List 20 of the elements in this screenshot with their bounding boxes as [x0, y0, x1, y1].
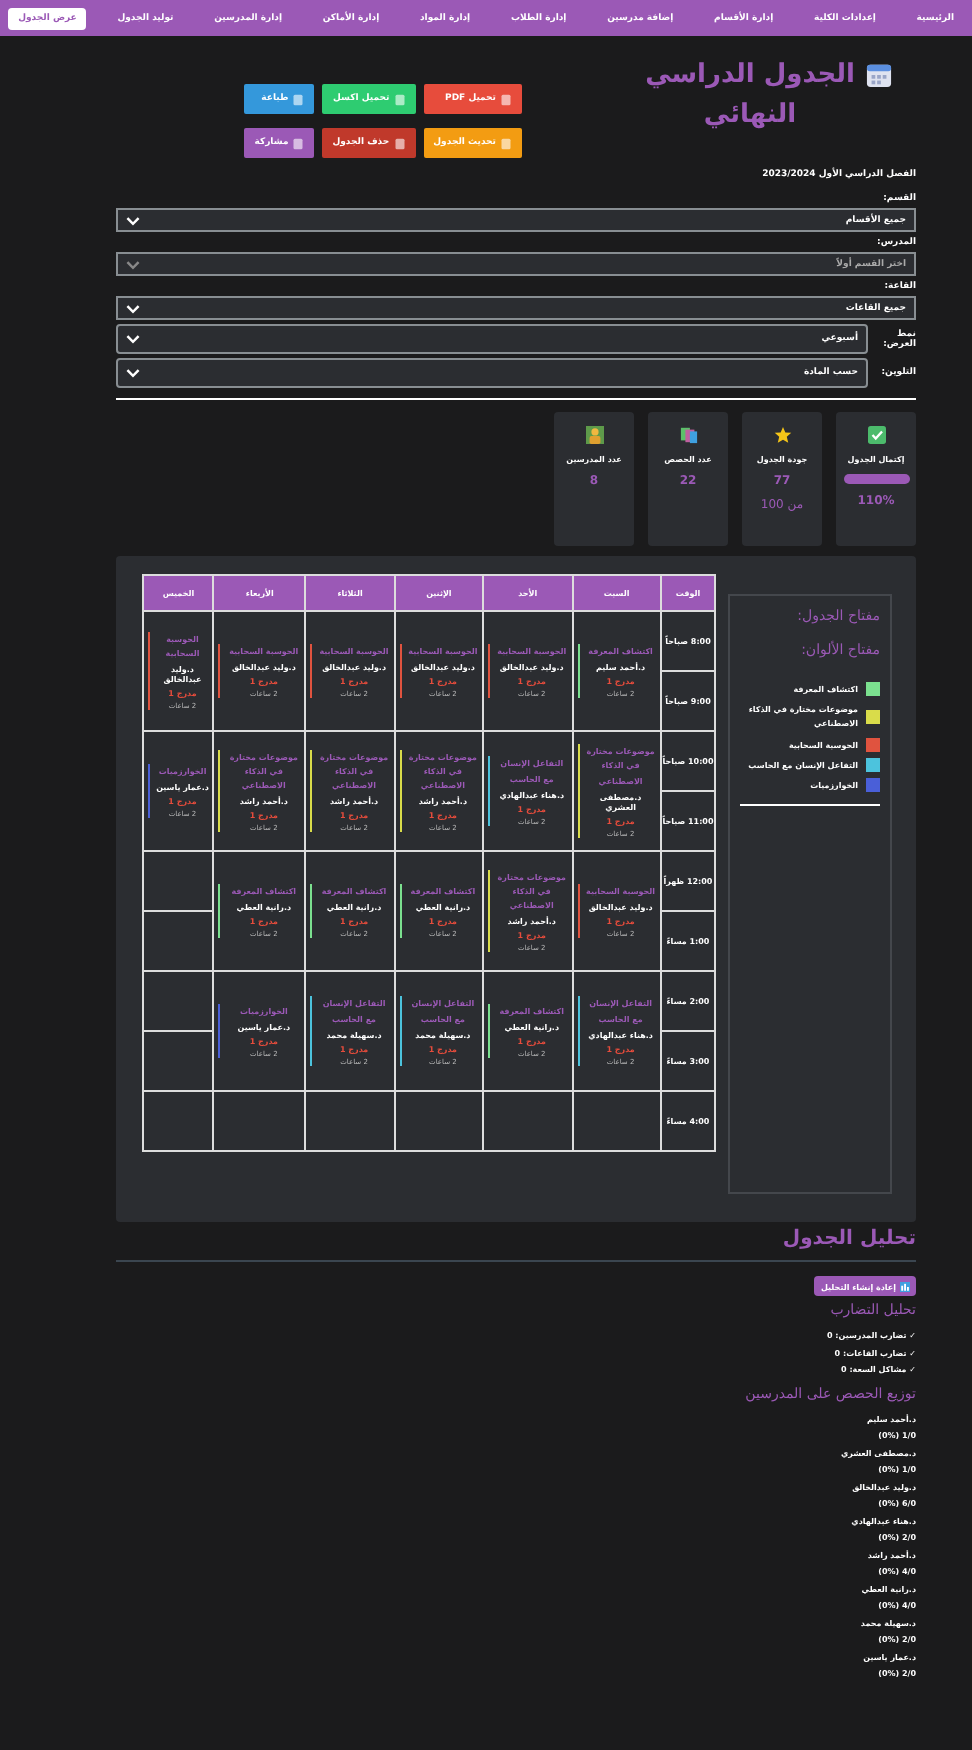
star-icon [773, 426, 791, 444]
chevron-icon [126, 334, 140, 344]
check-icon [867, 426, 885, 444]
document-icon [393, 93, 406, 105]
document-icon [292, 93, 305, 105]
bar-chart-icon [900, 1281, 910, 1291]
chevron-icon [126, 368, 140, 378]
document-icon [500, 93, 512, 105]
page-title: الجدول الدراسي النهائي [643, 58, 857, 135]
section-title: تحليل الجدول [782, 1228, 916, 1250]
calendar-icon [866, 62, 892, 88]
chevron-icon [126, 303, 140, 313]
progress-bar [843, 474, 909, 484]
chevron-icon [126, 259, 140, 269]
chevron-icon [126, 215, 140, 225]
books-icon [679, 426, 697, 444]
document-icon [393, 137, 406, 149]
document-icon [500, 137, 512, 149]
document-icon [292, 137, 305, 149]
person-icon [585, 426, 603, 444]
